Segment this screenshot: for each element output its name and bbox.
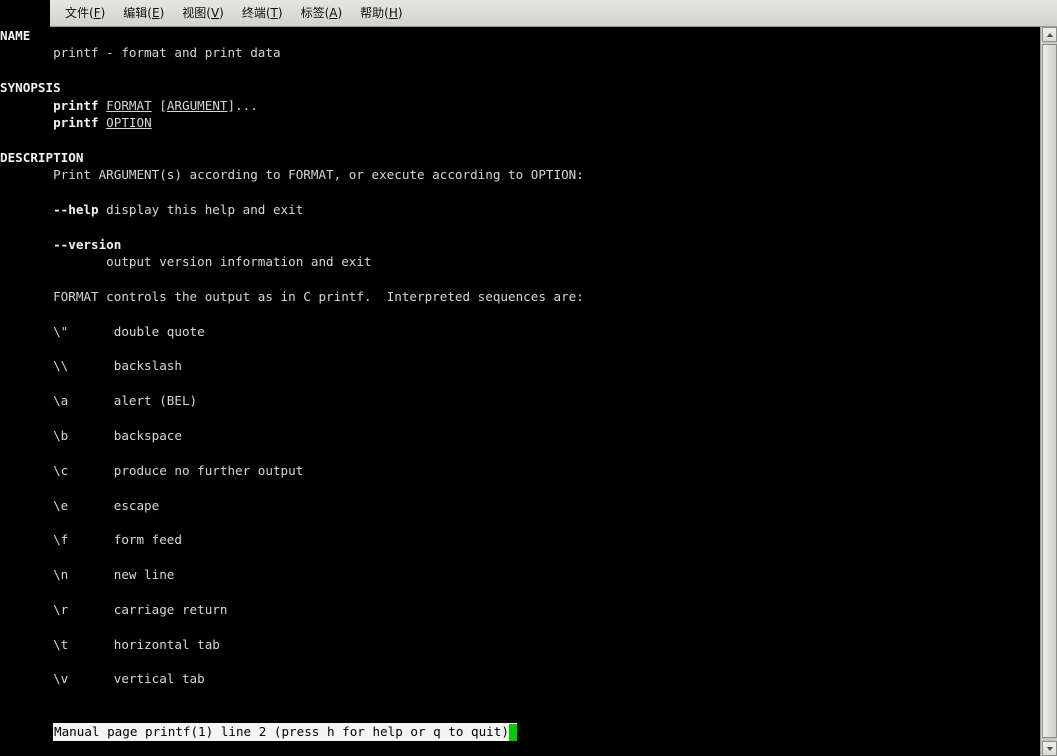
- man-line: SYNOPSIS: [0, 80, 61, 96]
- menu-help[interactable]: 帮助(H): [351, 4, 411, 23]
- pager-status-bar: Manual page printf(1) line 2 (press h fo…: [53, 723, 517, 741]
- man-line: [0, 410, 584, 427]
- menu-tabs-tail: ): [337, 5, 343, 20]
- man-line: [0, 270, 584, 287]
- man-line: printf OPTION: [53, 114, 152, 130]
- man-line: \\ backslash: [0, 358, 182, 374]
- menu-file-text: 文件(: [65, 5, 94, 20]
- man-line: \f form feed: [0, 532, 182, 548]
- terminal-content-area[interactable]: NAME printf - format and print data SYNO…: [0, 27, 1040, 756]
- scrollbar-thumb[interactable]: [1042, 44, 1057, 738]
- menu-edit-tail: ): [159, 5, 165, 20]
- text-cursor: [508, 723, 517, 741]
- menu-view-tail: ): [219, 5, 224, 20]
- menu-help-text: 帮助(: [360, 5, 389, 20]
- man-line: NAME: [0, 28, 31, 43]
- vertical-scrollbar[interactable]: [1040, 27, 1057, 756]
- man-line: --version: [53, 236, 122, 252]
- menu-view[interactable]: 视图(V): [173, 4, 233, 23]
- man-line: \a alert (BEL): [0, 393, 198, 409]
- man-line: printf - format and print data: [0, 45, 281, 61]
- scrollbar-trough[interactable]: [1042, 42, 1057, 741]
- man-line: printf FORMAT [ARGUMENT]...: [53, 97, 258, 113]
- scroll-down-button[interactable]: [1042, 741, 1057, 756]
- triangle-down-icon: [1046, 746, 1053, 751]
- man-line: [0, 444, 584, 461]
- window-left-margin: [0, 0, 50, 27]
- menu-edit-text: 编辑(: [123, 5, 152, 20]
- man-line: [0, 653, 584, 670]
- menu-terminal[interactable]: 终端(T): [233, 4, 292, 23]
- man-line: [0, 549, 584, 566]
- man-line: DESCRIPTION: [0, 149, 84, 165]
- man-line: [0, 514, 584, 531]
- man-line: \c produce no further output: [0, 462, 304, 478]
- menu-help-tail: ): [397, 5, 403, 20]
- man-line: output version information and exit: [0, 254, 372, 270]
- man-line: FORMAT controls the output as in C print…: [0, 288, 584, 304]
- terminal-window: 文件(F) 编辑(E) 视图(V) 终端(T) 标签(A) 帮助(H) NAME…: [0, 0, 1057, 756]
- menu-view-mnemonic: V: [210, 5, 220, 20]
- menu-bar: 文件(F) 编辑(E) 视图(V) 终端(T) 标签(A) 帮助(H): [50, 0, 1057, 27]
- man-line: \t horizontal tab: [0, 636, 220, 652]
- menu-view-text: 视图(: [182, 5, 211, 20]
- pager-status-text: Manual page printf(1) line 2 (press h fo…: [54, 724, 509, 739]
- menu-terminal-text: 终端(: [241, 5, 271, 20]
- menu-tabs-text: 标签(: [300, 5, 330, 20]
- menu-edit-mnemonic: E: [151, 5, 160, 20]
- menu-tabs[interactable]: 标签(A): [292, 4, 352, 23]
- menu-file-mnemonic: F: [93, 5, 101, 20]
- man-line: --help display this help and exit: [53, 201, 304, 217]
- menu-terminal-mnemonic: T: [270, 5, 278, 20]
- menu-edit[interactable]: 编辑(E): [114, 4, 173, 23]
- man-line: [0, 375, 584, 392]
- man-line: [0, 479, 584, 496]
- man-line: \b backspace: [0, 427, 182, 443]
- man-page-text: NAME printf - format and print data SYNO…: [0, 27, 584, 688]
- man-line: [0, 184, 584, 201]
- menu-file[interactable]: 文件(F): [56, 4, 114, 23]
- menu-terminal-tail: ): [277, 5, 283, 20]
- man-line: \v vertical tab: [0, 671, 205, 687]
- man-line: \n new line: [0, 567, 175, 583]
- man-line: [0, 584, 584, 601]
- man-line: [0, 131, 584, 148]
- man-line: \e escape: [0, 497, 160, 513]
- menu-file-tail: ): [100, 5, 106, 20]
- man-line: [0, 62, 584, 79]
- triangle-up-icon: [1046, 32, 1053, 37]
- man-line: [0, 305, 584, 322]
- man-line: Print ARGUMENT(s) according to FORMAT, o…: [0, 167, 584, 183]
- man-line: \r carriage return: [0, 601, 228, 617]
- man-line: \" double quote: [0, 323, 205, 339]
- man-line: [0, 618, 584, 635]
- man-line: [0, 340, 584, 357]
- man-line: [0, 218, 584, 235]
- scroll-up-button[interactable]: [1042, 27, 1057, 42]
- menu-help-mnemonic: H: [388, 5, 398, 20]
